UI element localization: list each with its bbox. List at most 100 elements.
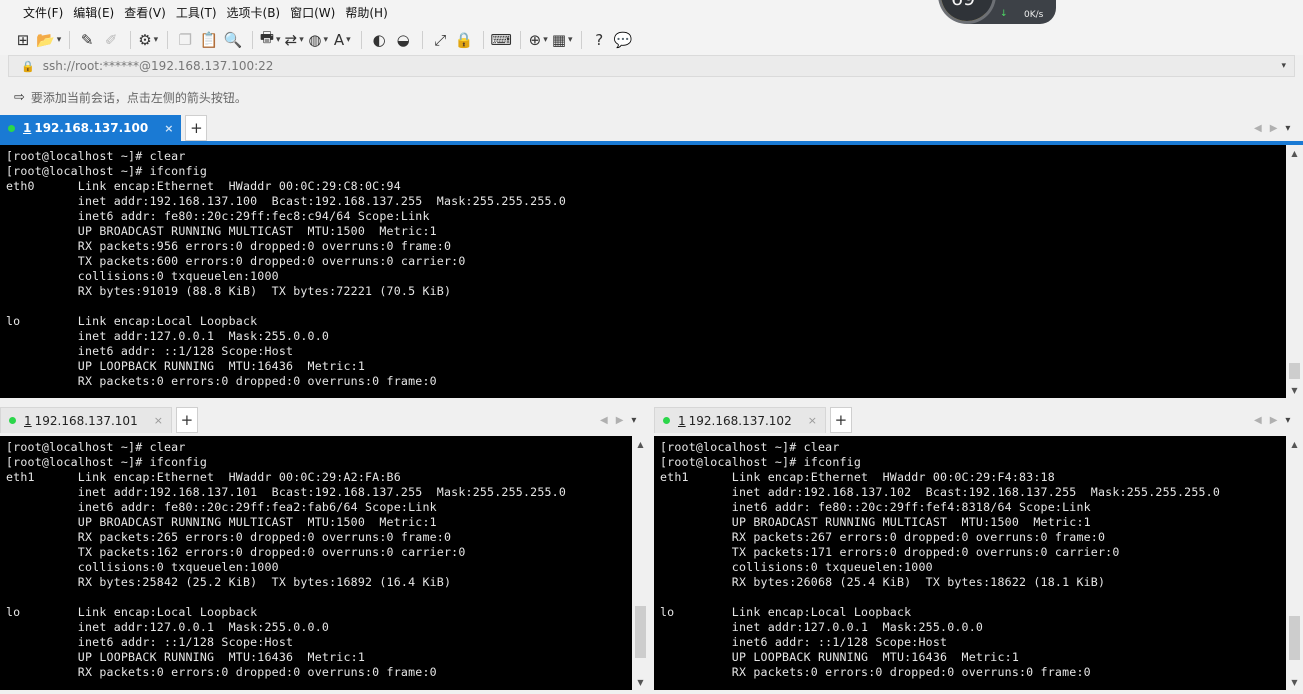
gauge-percent: 69 <box>951 0 975 10</box>
fullscreen-icon[interactable]: ⤢ <box>429 28 451 52</box>
gauge-value: 69% <box>951 0 984 10</box>
tab-number: 1 <box>24 413 32 428</box>
lock-icon: 🔒 <box>21 59 35 73</box>
scroll-up-icon[interactable]: ▲ <box>632 436 649 452</box>
address-text[interactable]: ssh://root:******@192.168.137.100:22 <box>43 59 1282 73</box>
tab-number: 1 <box>23 121 32 135</box>
menu-tools[interactable]: 工具(T) <box>171 4 222 21</box>
network-rate: 0K/s <box>1024 10 1044 20</box>
tab-192-168-137-102[interactable]: 1 192.168.137.102 × <box>654 407 826 433</box>
keyboard-icon[interactable]: ⌨ <box>490 28 512 52</box>
tab-next-icon[interactable]: ▶ <box>1270 415 1278 426</box>
toolbar-separator <box>422 30 424 49</box>
tab-number: 1 <box>678 413 686 428</box>
new-session-icon[interactable]: ⊞ <box>12 28 34 52</box>
menu-edit[interactable]: 编辑(E) <box>68 4 119 21</box>
scroll-down-icon[interactable]: ▼ <box>632 674 649 690</box>
tab-192-168-137-100[interactable]: 1 192.168.137.100 × <box>0 115 182 141</box>
toolbar-separator <box>69 30 71 49</box>
close-icon[interactable]: × <box>154 414 163 427</box>
add-session-arrow-icon[interactable]: ⇨ <box>14 90 25 105</box>
font-icon[interactable]: A <box>331 28 353 52</box>
add-tab-icon[interactable]: ⊕ <box>527 28 549 52</box>
menu-window[interactable]: 窗口(W) <box>285 4 340 21</box>
tab-label: 1 192.168.137.100 <box>23 121 148 135</box>
bottom-right-tab-nav: ◀ ▶ ▾ <box>1246 412 1290 428</box>
network-speed-widget[interactable]: ↓ 0K/s 69% <box>938 0 1058 24</box>
tab-host: 192.168.137.100 <box>34 121 149 135</box>
toolbar-separator <box>167 30 169 49</box>
chevron-down-icon[interactable]: ▾ <box>1281 61 1286 71</box>
top-tabstrip: 1 192.168.137.100 × + <box>0 115 1303 141</box>
xftp-icon[interactable]: ◐ <box>368 28 390 52</box>
scroll-up-icon[interactable]: ▲ <box>1286 436 1303 452</box>
terminal-bottom-right[interactable]: [root@localhost ~]# clear [root@localhos… <box>654 436 1303 690</box>
tab-prev-icon[interactable]: ◀ <box>1254 415 1262 426</box>
tab-list-icon[interactable]: ▾ <box>1285 123 1290 134</box>
bottom-right-tabstrip: 1 192.168.137.102 × + <box>654 407 1303 433</box>
toolbar-separator <box>483 30 485 49</box>
tab-prev-icon[interactable]: ◀ <box>600 415 608 426</box>
session-hint: 要添加当前会话，点击左侧的箭头按钮。 <box>30 90 247 105</box>
scroll-thumb[interactable] <box>1289 616 1300 660</box>
close-icon[interactable]: × <box>808 414 817 427</box>
open-folder-icon[interactable]: 📂 <box>36 28 61 52</box>
tab-label: 1 192.168.137.101 <box>24 414 138 428</box>
tab-prev-icon[interactable]: ◀ <box>1254 123 1262 134</box>
tab-192-168-137-101[interactable]: 1 192.168.137.101 × <box>0 407 172 433</box>
tab-next-icon[interactable]: ▶ <box>1270 123 1278 134</box>
toolbar-separator <box>520 30 522 49</box>
layout-icon[interactable]: ▦ <box>551 28 573 52</box>
copy-icon[interactable]: ❐ <box>174 28 196 52</box>
help-icon[interactable]: ? <box>588 28 610 52</box>
terminal-bottom-left[interactable]: [root@localhost ~]# clear [root@localhos… <box>0 436 649 690</box>
bottom-left-tabstrip: 1 192.168.137.101 × + <box>0 407 650 433</box>
disconnect-icon[interactable]: ✐ <box>100 28 122 52</box>
terminal-output: [root@localhost ~]# clear [root@localhos… <box>660 440 1221 679</box>
scroll-down-icon[interactable]: ▼ <box>1286 674 1303 690</box>
pane-divider[interactable] <box>0 398 1303 406</box>
scroll-up-icon[interactable]: ▲ <box>1286 145 1303 161</box>
scroll-thumb[interactable] <box>635 606 646 658</box>
menu-help[interactable]: 帮助(H) <box>340 4 392 21</box>
scrollbar[interactable]: ▲ ▼ <box>632 436 649 690</box>
scroll-thumb[interactable] <box>1289 363 1300 379</box>
address-bar[interactable]: 🔒 ssh://root:******@192.168.137.100:22 ▾ <box>8 55 1295 77</box>
tab-list-icon[interactable]: ▾ <box>1285 415 1290 426</box>
reconnect-icon[interactable]: ✎ <box>76 28 98 52</box>
menu-file[interactable]: 文件(F) <box>18 4 68 21</box>
toolbar-separator <box>130 30 132 49</box>
xshell-icon[interactable]: ◒ <box>392 28 414 52</box>
connected-status-icon <box>8 124 15 132</box>
close-icon[interactable]: × <box>164 122 173 135</box>
add-tab-button[interactable]: + <box>829 407 852 433</box>
tab-list-icon[interactable]: ▾ <box>631 415 636 426</box>
paste-icon[interactable]: 📋 <box>198 28 220 52</box>
scroll-down-icon[interactable]: ▼ <box>1286 382 1303 398</box>
menu-view[interactable]: 查看(V) <box>119 4 171 21</box>
find-icon[interactable]: 🔍 <box>222 28 244 52</box>
transfer-icon[interactable]: ⇄ <box>283 28 305 52</box>
terminal-output: [root@localhost ~]# clear [root@localhos… <box>6 440 567 679</box>
lock-icon[interactable]: 🔒 <box>453 28 475 52</box>
toolbar-separator <box>252 30 254 49</box>
tab-host: 192.168.137.102 <box>688 413 792 428</box>
tab-host: 192.168.137.101 <box>34 413 138 428</box>
scrollbar[interactable]: ▲ ▼ <box>1286 145 1303 398</box>
chat-icon[interactable]: 💬 <box>612 28 634 52</box>
bottom-left-tab-nav: ◀ ▶ ▾ <box>592 412 636 428</box>
terminal-top[interactable]: [root@localhost ~]# clear [root@localhos… <box>0 145 1303 398</box>
add-tab-button[interactable]: + <box>175 407 198 433</box>
properties-icon[interactable]: ⚙ <box>137 28 159 52</box>
add-tab-button[interactable]: + <box>185 115 208 141</box>
menu-bar: 文件(F) 编辑(E) 查看(V) 工具(T) 选项卡(B) 窗口(W) 帮助(… <box>0 0 1303 24</box>
scrollbar[interactable]: ▲ ▼ <box>1286 436 1303 690</box>
terminal-output: [root@localhost ~]# clear [root@localhos… <box>6 149 567 388</box>
print-icon[interactable]: 🖶 <box>259 28 281 52</box>
menu-tabs[interactable]: 选项卡(B) <box>222 4 286 21</box>
tab-next-icon[interactable]: ▶ <box>616 415 624 426</box>
download-arrow-icon: ↓ <box>1000 9 1008 19</box>
toolbar-separator <box>361 30 363 49</box>
top-tab-nav: ◀ ▶ ▾ <box>1246 120 1290 136</box>
globe-icon[interactable]: ◍ <box>307 28 329 52</box>
